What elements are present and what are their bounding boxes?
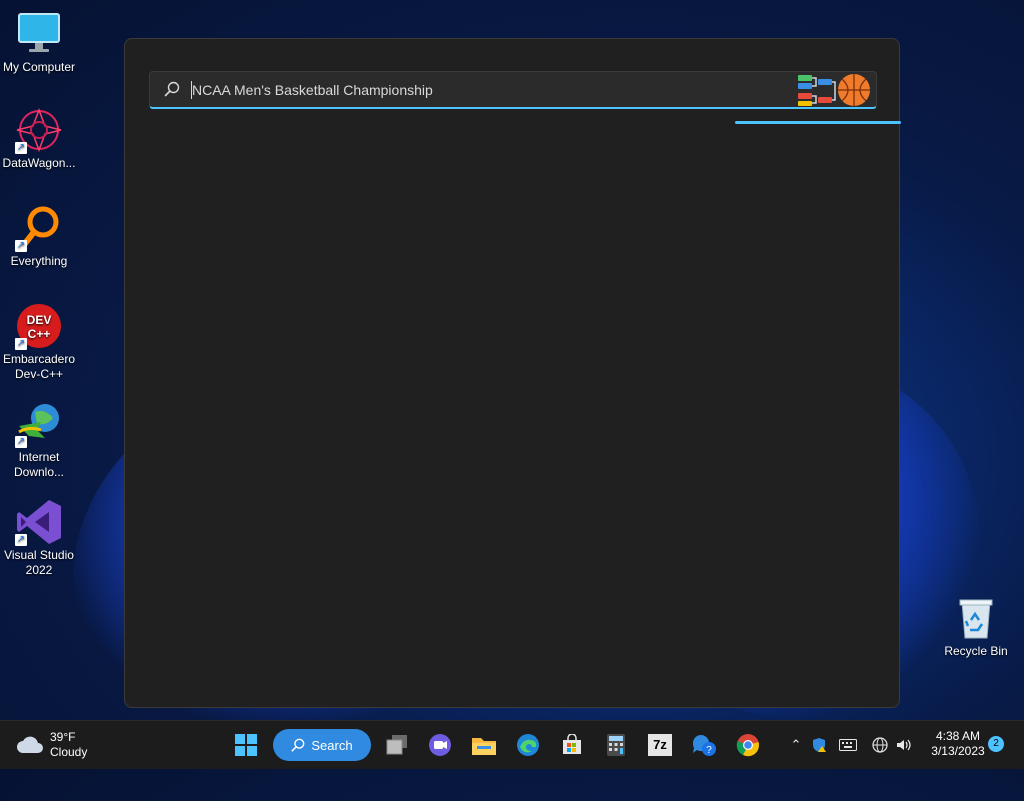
shortcut-arrow-icon: ↗	[15, 338, 27, 350]
network-tray-button[interactable]	[869, 729, 891, 761]
chat-icon	[429, 734, 451, 756]
file-explorer-button[interactable]	[468, 729, 500, 761]
taskbar-search-button[interactable]: Search	[273, 729, 371, 761]
shortcut-arrow-icon: ↗	[15, 534, 27, 546]
desktop-icon-label: Internet Downlo...	[13, 450, 65, 479]
edge-button[interactable]	[512, 729, 544, 761]
security-tray-button[interactable]	[809, 729, 831, 761]
everything-magnifier-icon: ↗	[15, 204, 63, 252]
taskbar-clock[interactable]: 4:38 AM 3/13/2023	[920, 729, 996, 759]
speaker-icon	[897, 739, 911, 751]
teams-chat-button[interactable]	[424, 729, 456, 761]
cloud-icon	[17, 736, 43, 753]
desktop-icon-internet-download[interactable]: ↗ Internet Downlo...	[0, 400, 78, 480]
shortcut-arrow-icon: ↗	[15, 436, 27, 448]
desktop-icon-devcpp[interactable]: DEV C++ ↗ Embarcadero Dev-C++	[0, 302, 78, 382]
quick-assist-icon: ?	[692, 735, 716, 756]
edge-icon	[517, 734, 539, 756]
keyboard-icon	[839, 739, 857, 751]
recycle-bin-icon	[954, 596, 998, 640]
calculator-icon	[607, 734, 625, 756]
globe-download-icon: ↗	[15, 400, 63, 448]
windows-logo-icon	[235, 734, 257, 756]
store-icon	[563, 734, 581, 754]
svg-text:?: ?	[706, 745, 712, 756]
desktop-icon-label: DataWagon...	[2, 156, 76, 170]
desktop-icon-label: Embarcadero Dev-C++	[2, 352, 76, 381]
quick-assist-button[interactable]: ?	[688, 729, 720, 761]
chevron-up-icon: ⌃	[790, 737, 802, 752]
desktop-icon-visual-studio[interactable]: ↗ Visual Studio 2022	[0, 498, 78, 578]
taskbar: 39°F Cloudy Search 7z ? ⌃ 4:38 AM 3/13/2…	[0, 720, 1024, 769]
basketball-bracket-icon	[798, 74, 870, 106]
datawagon-icon: ↗	[15, 106, 63, 154]
desktop-icon-my-computer[interactable]: My Computer	[0, 10, 78, 75]
desktop-icon-label: My Computer	[2, 60, 76, 74]
desktop-icon-label: Everything	[10, 254, 68, 268]
clock-time: 4:38 AM	[935, 729, 981, 743]
microsoft-store-button[interactable]	[556, 729, 588, 761]
globe-icon	[872, 737, 888, 753]
task-view-icon	[386, 735, 407, 755]
folder-icon	[472, 738, 496, 755]
svg-text:C++: C++	[28, 327, 51, 341]
chrome-button[interactable]	[732, 729, 764, 761]
chrome-icon	[736, 734, 759, 757]
7zip-icon: 7z	[648, 734, 672, 756]
desktop-icon-label: Visual Studio 2022	[4, 548, 74, 577]
shortcut-arrow-icon: ↗	[15, 240, 27, 252]
weather-temp: 39°F	[50, 730, 76, 744]
keyboard-tray-button[interactable]	[837, 729, 859, 761]
weather-condition: Cloudy	[50, 745, 88, 759]
svg-text:DEV: DEV	[27, 313, 52, 327]
desktop-icon-everything[interactable]: ↗ Everything	[0, 204, 78, 269]
start-button[interactable]	[230, 729, 262, 761]
search-icon	[291, 738, 305, 752]
visual-studio-icon: ↗	[15, 498, 63, 546]
desktop-icon-datawagon[interactable]: ↗ DataWagon...	[0, 106, 78, 171]
calculator-button[interactable]	[600, 729, 632, 761]
weather-widget[interactable]: 39°F Cloudy	[16, 729, 87, 761]
search-flyout: NCAA Men's Basketball Championship	[124, 38, 901, 708]
shortcut-arrow-icon: ↗	[15, 142, 27, 154]
search-icon	[164, 81, 180, 97]
7zip-button[interactable]: 7z	[644, 729, 676, 761]
task-view-button[interactable]	[381, 729, 413, 761]
search-input[interactable]: NCAA Men's Basketball Championship	[192, 82, 433, 98]
monitor-icon	[15, 10, 63, 58]
search-box[interactable]: NCAA Men's Basketball Championship	[149, 71, 877, 109]
shield-warning-icon	[813, 738, 826, 752]
devcpp-icon: DEV C++ ↗	[15, 302, 63, 350]
loading-progress-bar	[735, 121, 901, 124]
notification-badge[interactable]: 2	[988, 736, 1004, 752]
search-button-label: Search	[311, 737, 353, 753]
volume-tray-button[interactable]	[893, 729, 915, 761]
show-hidden-icons-button[interactable]: ⌃	[785, 729, 807, 761]
desktop-icon-recycle-bin[interactable]: Recycle Bin	[938, 596, 1014, 658]
clock-date: 3/13/2023	[931, 744, 985, 758]
recycle-bin-label: Recycle Bin	[944, 644, 1008, 658]
